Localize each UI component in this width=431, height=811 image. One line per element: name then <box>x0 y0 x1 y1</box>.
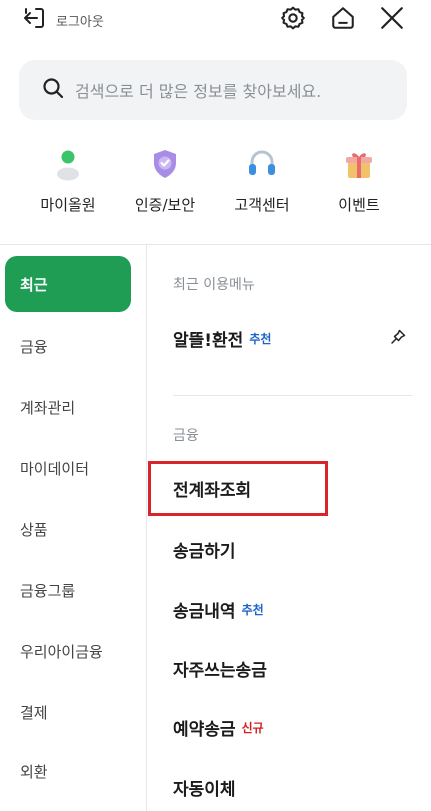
category-sidebar: 최근 금융 계좌관리 마이데이터 상품 금융그룹 우리아이금융 결제 외환 <box>0 245 147 811</box>
menu-item-label: 송금내역 <box>173 601 236 622</box>
menu-item-label: 예약송금 <box>173 719 236 740</box>
gear-icon <box>280 5 306 35</box>
menu-content: 최근 이용메뉴 알뜰!환전 추천 금융 전계좌조회 송금하기 송금내역 추천 자… <box>148 245 431 811</box>
quick-label: 이벤트 <box>338 196 380 214</box>
quick-item-event[interactable]: 이벤트 <box>309 146 409 215</box>
quick-item-customer-center[interactable]: 고객센터 <box>212 146 312 215</box>
menu-item-label: 알뜰!환전 <box>173 330 244 351</box>
close-icon <box>379 5 405 35</box>
gift-icon <box>341 146 377 182</box>
top-bar: 로그아웃 <box>0 0 431 44</box>
person-icon <box>50 146 86 182</box>
logout-icon <box>22 6 46 34</box>
new-badge: 신규 <box>241 720 264 735</box>
home-button[interactable] <box>329 6 357 34</box>
sidebar-item-recent[interactable]: 최근 <box>5 256 131 312</box>
menu-item-label: 송금하기 <box>173 541 236 562</box>
menu-item-label: 전계좌조회 <box>173 480 252 501</box>
sidebar-item-account-management[interactable]: 계좌관리 <box>5 379 131 435</box>
shield-check-icon <box>147 146 183 182</box>
quick-item-myallone[interactable]: 마이올원 <box>18 146 118 215</box>
menu-item-frequent-transfer[interactable]: 자주쓰는송금 <box>173 653 267 683</box>
recommend-badge: 추천 <box>249 331 272 346</box>
home-icon <box>330 5 356 35</box>
menu-item-label: 자주쓰는송금 <box>173 660 267 681</box>
pin-icon <box>389 328 407 350</box>
sidebar-item-foreign-exchange[interactable]: 외환 <box>5 743 131 799</box>
search-input[interactable]: 검색으로 더 많은 정보를 찾아보세요. <box>19 60 407 120</box>
quick-item-security[interactable]: 인증/보안 <box>115 146 215 215</box>
quick-label: 고객센터 <box>234 196 290 214</box>
pin-button[interactable] <box>388 329 408 349</box>
quick-label: 인증/보안 <box>134 196 196 214</box>
menu-item-label: 자동이체 <box>173 779 236 800</box>
finance-section-label: 금융 <box>173 428 199 444</box>
sidebar-item-kids-finance[interactable]: 우리아이금융 <box>5 623 131 679</box>
recent-section-label: 최근 이용메뉴 <box>173 277 255 293</box>
headset-icon <box>244 146 280 182</box>
sidebar-item-finance-group[interactable]: 금융그룹 <box>5 562 131 618</box>
menu-item-auto-transfer[interactable]: 자동이체 <box>173 772 236 802</box>
sidebar-item-payment[interactable]: 결제 <box>5 684 131 740</box>
menu-item-transfer[interactable]: 송금하기 <box>173 534 236 564</box>
logout-button[interactable]: 로그아웃 <box>22 7 104 33</box>
sidebar-item-mydata[interactable]: 마이데이터 <box>5 440 131 496</box>
settings-button[interactable] <box>279 6 307 34</box>
quick-label: 마이올원 <box>40 196 96 214</box>
menu-item-exchange[interactable]: 알뜰!환전 추천 <box>173 323 271 353</box>
search-icon <box>41 76 65 104</box>
sidebar-item-products[interactable]: 상품 <box>5 501 131 557</box>
recommend-badge: 추천 <box>241 602 264 617</box>
content-divider <box>173 395 412 396</box>
logout-label: 로그아웃 <box>56 14 104 30</box>
close-button[interactable] <box>378 6 406 34</box>
menu-item-scheduled-transfer[interactable]: 예약송금 신규 <box>173 712 264 742</box>
menu-item-all-accounts[interactable]: 전계좌조회 <box>173 473 251 503</box>
quick-menu: 마이올원 인증/보안 고객센터 이벤트 <box>0 146 431 226</box>
menu-item-transfer-history[interactable]: 송금내역 추천 <box>173 594 264 624</box>
search-placeholder: 검색으로 더 많은 정보를 찾아보세요. <box>75 82 322 101</box>
sidebar-item-finance[interactable]: 금융 <box>5 318 131 374</box>
